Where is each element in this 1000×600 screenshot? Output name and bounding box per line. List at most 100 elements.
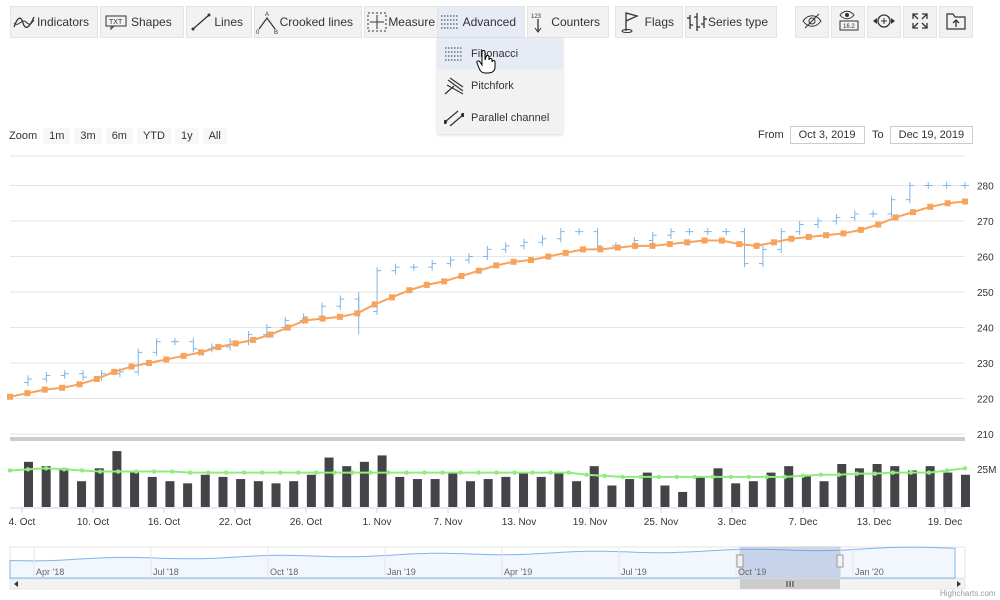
sma-marker: [250, 336, 257, 343]
volume-sma-marker: [350, 470, 355, 475]
x-tick-label: 13. Nov: [502, 517, 536, 528]
x-axis: 4. Oct 10. Oct 16. Oct 22. Oct 26. Oct 1. Nov…: [9, 507, 965, 528]
y-tick-label: 220: [977, 395, 994, 406]
volume-bar: [784, 466, 794, 507]
volume-sma-marker: [43, 466, 49, 471]
volume-sma-marker: [944, 468, 950, 473]
volume-sma-marker: [97, 469, 103, 474]
sma-marker: [267, 331, 274, 338]
volume-sma-marker: [836, 472, 842, 477]
volume-sma-marker: [115, 469, 121, 474]
volume-sma-marker: [440, 470, 445, 475]
sma-marker: [93, 375, 100, 382]
volume-sma-marker: [224, 470, 229, 475]
volume-bar: [819, 481, 829, 507]
volume-bar: [289, 481, 299, 507]
y-tick-label: 230: [977, 359, 994, 370]
sma-marker: [875, 221, 882, 228]
volume-sma-marker: [332, 470, 337, 475]
sma-marker: [423, 281, 430, 288]
volume-sma-marker: [620, 474, 625, 480]
volume-sma-marker: [566, 470, 571, 475]
sma-marker: [128, 363, 135, 370]
sma-marker: [493, 262, 500, 269]
volume-bar: [589, 466, 599, 507]
volume-sma-marker: [7, 468, 13, 473]
volume-sma-marker: [314, 470, 319, 475]
volume-bar: [77, 481, 87, 507]
sma-marker: [614, 244, 621, 251]
volume-sma-marker: [656, 474, 661, 480]
sma-marker: [701, 237, 708, 244]
x-tick-label: 26. Oct: [290, 517, 322, 528]
y-tick-label: 270: [977, 217, 994, 228]
sma-series: [7, 198, 968, 400]
volume-sma-marker: [386, 470, 391, 475]
volume-bar: [660, 485, 670, 507]
volume-sma-marker: [422, 470, 427, 475]
volume-sma-marker: [818, 472, 824, 477]
credits[interactable]: Highcharts.com: [940, 589, 996, 598]
volume-sma-marker: [61, 467, 67, 472]
sma-marker: [510, 258, 517, 265]
pane-separator[interactable]: [10, 437, 965, 441]
navigator[interactable]: Apr '18 Jul '18 Oct '18 Jan '19 Apr '19 Jul '…: [9, 546, 966, 590]
volume-sma-marker: [764, 474, 769, 480]
sma-marker: [371, 301, 378, 308]
volume-sma-marker: [602, 473, 607, 479]
navigator-tick-label: Apr '19: [504, 567, 532, 577]
volume-sma-marker: [296, 470, 301, 475]
volume-sma-marker: [926, 470, 932, 475]
volume-bar: [483, 479, 493, 507]
volume-bar: [625, 479, 635, 507]
sma-marker: [215, 344, 222, 351]
sma-marker: [597, 246, 604, 253]
volume-bar: [200, 474, 210, 507]
volume-bar: [218, 476, 228, 507]
volume-sma-marker: [782, 474, 788, 480]
sma-marker: [771, 239, 777, 246]
volume-sma-marker: [692, 474, 697, 480]
volume-sma-marker: [151, 469, 157, 474]
sma-marker: [666, 241, 673, 248]
volume-bar: [430, 479, 440, 507]
volume-sma-marker: [800, 473, 806, 479]
volume-bar: [130, 472, 140, 507]
volume-bar: [872, 464, 882, 507]
volume-bar: [395, 476, 405, 507]
sma-marker: [962, 198, 968, 205]
sma-marker: [389, 294, 395, 301]
volume-bar: [412, 479, 422, 507]
sma-marker: [59, 384, 66, 391]
sma-marker: [284, 324, 291, 331]
volume-bar: [465, 481, 475, 507]
ohlc-series: [24, 181, 969, 387]
sma-marker: [336, 313, 343, 320]
sma-marker: [788, 235, 795, 242]
volume-sma-marker: [512, 470, 517, 475]
navigator-tick-label: Jul '18: [153, 567, 179, 577]
sma-marker: [319, 315, 326, 322]
x-tick-label: 7. Dec: [789, 517, 818, 528]
volume-bar: [236, 479, 246, 507]
sma-marker: [232, 340, 239, 347]
navigator-tick-label: Jan '20: [855, 567, 884, 577]
x-tick-label: 3. Dec: [718, 517, 747, 528]
sma-marker: [736, 241, 743, 248]
volume-sma-marker: [962, 466, 968, 471]
volume-sma-marker: [133, 469, 139, 474]
sma-marker: [944, 200, 951, 207]
volume-sma-marker: [79, 468, 85, 473]
volume-sma-marker: [746, 474, 751, 480]
x-tick-label: 19. Nov: [573, 517, 607, 528]
y-tick-label: 210: [977, 430, 994, 441]
sma-marker: [718, 237, 725, 244]
volume-bar: [554, 472, 564, 507]
x-tick-label: 22. Oct: [219, 517, 251, 528]
volume-bar: [572, 481, 582, 507]
sma-marker: [823, 232, 830, 239]
volume-bar: [94, 468, 104, 507]
volume-bar: [678, 491, 688, 507]
volume-bar: [112, 451, 122, 507]
volume-bar: [713, 468, 723, 507]
